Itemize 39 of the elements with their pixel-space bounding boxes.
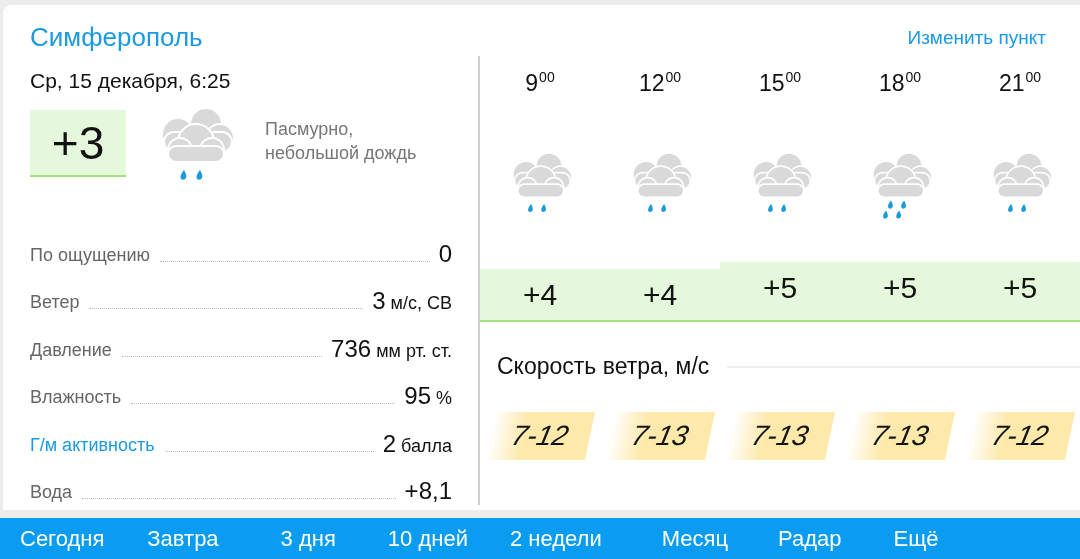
detail-value: 3 м/с, СВ <box>372 287 452 315</box>
current-temperature: +3 <box>30 110 126 177</box>
hour-temperature: +5 <box>960 262 1080 323</box>
hour-label: 12$^{00}$ <box>638 69 682 98</box>
nav-tab[interactable]: Сегодня <box>20 526 105 552</box>
hour-temperature: +5 <box>720 262 840 323</box>
detail-value: 0 <box>438 239 452 268</box>
wind-speed-badge: 7-12 <box>484 412 596 461</box>
city-title: Симферополь <box>30 21 203 53</box>
detail-link[interactable]: Г/м активность <box>30 434 155 458</box>
hour-label: 9$^{00}$ <box>525 69 555 98</box>
detail-value: 95 % <box>404 382 452 410</box>
hour-temperature: +5 <box>840 262 960 323</box>
nav-tab[interactable]: 10 дней <box>387 526 468 552</box>
detail-label: По ощущению <box>30 244 151 267</box>
detail-value: 2 балла <box>382 429 452 458</box>
detail-value: 736 мм рт. ст. <box>331 334 452 363</box>
wind-speed-title: Скорость ветра, м/с <box>497 353 710 381</box>
wind-speed-badge: 7-13 <box>724 412 836 461</box>
hour-label: 21$^{00}$ <box>998 69 1042 98</box>
detail-value: +8,1 <box>404 477 452 505</box>
hour-label: 15$^{00}$ <box>758 69 802 98</box>
detail-label: Влажность <box>30 387 122 409</box>
nav-tab[interactable]: Месяц <box>661 526 728 552</box>
detail-label: Давление <box>30 339 112 362</box>
wind-speed-badge: 7-13 <box>604 412 716 461</box>
hour-label: 18$^{00}$ <box>878 69 922 98</box>
wind-speed-badge: 7-12 <box>964 412 1076 461</box>
wind-speed-badge: 7-13 <box>844 412 956 461</box>
nav-tab[interactable]: Завтра <box>147 526 219 552</box>
current-datetime: Ср, 15 декабря, 6:25 <box>30 69 232 93</box>
nav-tab[interactable]: Ещё <box>893 526 939 552</box>
weather-description: Пасмурно, небольшой дождь <box>265 118 417 165</box>
nav-tab[interactable]: 3 дня <box>280 526 336 552</box>
detail-label: Вода <box>30 482 73 504</box>
change-location-link[interactable]: Изменить пункт <box>907 12 1046 49</box>
nav-tab[interactable]: Радар <box>778 526 842 552</box>
detail-label: Ветер <box>30 292 80 314</box>
nav-tab[interactable]: 2 недели <box>509 526 602 552</box>
